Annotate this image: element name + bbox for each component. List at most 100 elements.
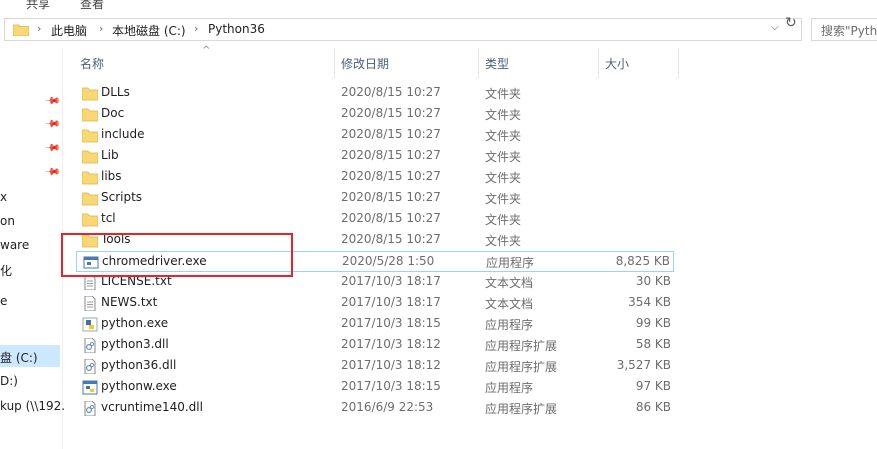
- file-name: pythonw.exe: [101, 379, 177, 393]
- file-date: 2020/5/28 1:50: [342, 254, 435, 268]
- file-row[interactable]: NEWS.txt 2017/10/3 18:17 文本文档 354 KB: [76, 293, 674, 314]
- nav-item-local-disk[interactable]: 盘 (C:): [0, 349, 38, 366]
- file-name: DLLs: [101, 85, 130, 99]
- file-name: Doc: [101, 106, 125, 120]
- file-row[interactable]: python3.dll 2017/10/3 18:12 应用程序扩展 58 KB: [76, 335, 674, 356]
- file-row[interactable]: Lib 2020/8/15 10:27 文件夹: [76, 146, 674, 167]
- column-divider[interactable]: [334, 48, 335, 78]
- file-type: 文件夹: [485, 234, 522, 248]
- nav-item[interactable]: 化: [0, 262, 12, 279]
- file-row[interactable]: include 2020/8/15 10:27 文件夹: [76, 125, 674, 146]
- pin-icon[interactable]: 📌: [44, 164, 61, 181]
- chevron-right-icon[interactable]: ›: [194, 22, 198, 35]
- file-name: python36.dll: [101, 358, 177, 372]
- file-date: 2016/6/9 22:53: [341, 400, 434, 414]
- file-row[interactable]: Doc 2020/8/15 10:27 文件夹: [76, 104, 674, 125]
- dll-file-icon: [82, 400, 98, 417]
- file-date: 2020/8/15 10:27: [341, 232, 441, 246]
- chevron-right-icon[interactable]: ›: [37, 22, 41, 35]
- file-row[interactable]: tcl 2020/8/15 10:27 文件夹: [76, 209, 674, 230]
- column-divider[interactable]: [478, 48, 479, 78]
- file-date: 2020/8/15 10:27: [341, 85, 441, 99]
- folder-icon: [81, 191, 99, 206]
- nav-item[interactable]: x: [0, 190, 7, 204]
- file-date: 2017/10/3 18:12: [341, 337, 441, 351]
- file-type: 文件夹: [485, 87, 522, 101]
- breadcrumb-python36[interactable]: Python36: [208, 22, 265, 36]
- file-size: 58 KB: [635, 337, 671, 351]
- file-row[interactable]: python.exe 2017/10/3 18:15 应用程序 99 KB: [76, 314, 674, 335]
- pythonw-icon: [82, 380, 98, 395]
- file-name: libs: [101, 169, 122, 183]
- file-size: 97 KB: [635, 379, 671, 393]
- file-date: 2017/10/3 18:15: [341, 379, 441, 393]
- column-name[interactable]: 名称: [80, 55, 104, 72]
- file-date: 2017/10/3 18:12: [341, 358, 441, 372]
- file-name: include: [101, 127, 145, 141]
- file-name: NEWS.txt: [101, 295, 158, 309]
- file-date: 2017/10/3 18:17: [341, 295, 441, 309]
- file-type: 文件夹: [485, 150, 522, 164]
- sort-up-icon: ^: [202, 45, 211, 56]
- tab-view[interactable]: 查看: [80, 0, 104, 12]
- file-row[interactable]: DLLs 2020/8/15 10:27 文件夹: [76, 83, 674, 104]
- file-row[interactable]: pythonw.exe 2017/10/3 18:15 应用程序 97 KB: [76, 377, 674, 398]
- file-type: 文本文档: [485, 276, 534, 290]
- file-size: 86 KB: [635, 400, 671, 414]
- file-date: 2020/8/15 10:27: [341, 211, 441, 225]
- file-type: 文件夹: [485, 108, 522, 122]
- chevron-down-icon[interactable]: ⌵: [771, 22, 779, 33]
- column-divider[interactable]: [598, 48, 599, 78]
- file-name: Scripts: [101, 190, 143, 204]
- nav-item-drive-d[interactable]: D:): [0, 374, 18, 388]
- file-size: 30 KB: [635, 274, 671, 288]
- file-row[interactable]: python36.dll 2017/10/3 18:12 应用程序扩展 3,527 K…: [76, 356, 674, 377]
- column-date[interactable]: 修改日期: [341, 55, 389, 72]
- column-size[interactable]: 大小: [605, 55, 629, 72]
- folder-icon: [81, 170, 99, 185]
- nav-item[interactable]: e: [0, 294, 7, 308]
- file-row[interactable]: Scripts 2020/8/15 10:27 文件夹: [76, 188, 674, 209]
- breadcrumb-local-disk[interactable]: 本地磁盘 (C:): [112, 22, 186, 39]
- file-date: 2020/8/15 10:27: [341, 169, 441, 183]
- search-input[interactable]: 搜索"Pytho: [811, 18, 877, 41]
- breadcrumb-this-pc[interactable]: 此电脑: [51, 22, 87, 39]
- pin-icon[interactable]: 📌: [44, 140, 61, 157]
- nav-item[interactable]: ware: [0, 238, 29, 252]
- column-header: ^ 名称 修改日期 类型 大小: [62, 45, 877, 78]
- file-date: 2020/8/15 10:27: [341, 148, 441, 162]
- nav-item[interactable]: on: [0, 214, 15, 228]
- file-size: 354 KB: [628, 295, 671, 309]
- file-size: 3,527 KB: [616, 358, 671, 372]
- address-bar[interactable]: › 此电脑 › 本地磁盘 (C:) › Python36 ⌵: [4, 18, 802, 41]
- file-row[interactable]: libs 2020/8/15 10:27 文件夹: [76, 167, 674, 188]
- column-type[interactable]: 类型: [485, 55, 509, 72]
- search-placeholder: 搜索"Pytho: [821, 24, 877, 38]
- nav-item-network-drive[interactable]: kup (\\192.: [0, 399, 65, 413]
- file-name: Lib: [101, 148, 119, 162]
- file-type: 应用程序: [486, 256, 535, 270]
- file-date: 2020/8/15 10:27: [341, 127, 441, 141]
- file-name: tcl: [101, 211, 116, 225]
- file-date: 2017/10/3 18:15: [341, 316, 441, 330]
- file-row[interactable]: vcruntime140.dll 2016/6/9 22:53 应用程序扩展 86 K…: [76, 398, 674, 419]
- chevron-right-icon[interactable]: ›: [99, 22, 103, 35]
- file-type: 应用程序扩展: [485, 339, 558, 353]
- address-bar-row: › 此电脑 › 本地磁盘 (C:) › Python36 ⌵ ↻ 搜索"Pyth…: [0, 14, 877, 48]
- dll-file-icon: [82, 337, 98, 354]
- python-icon: [82, 317, 98, 332]
- file-date: 2017/10/3 18:17: [341, 274, 441, 288]
- text-file-icon: [82, 274, 98, 291]
- file-name: python.exe: [101, 316, 169, 330]
- pin-icon[interactable]: 📌: [44, 116, 61, 133]
- file-size: 99 KB: [635, 316, 671, 330]
- file-date: 2020/8/15 10:27: [341, 106, 441, 120]
- tab-share[interactable]: 共享: [26, 0, 50, 12]
- file-type: 文件夹: [485, 192, 522, 206]
- folder-icon: [81, 107, 99, 122]
- pin-icon[interactable]: 📌: [44, 93, 61, 110]
- file-date: 2020/8/15 10:27: [341, 190, 441, 204]
- file-size: 8,825 KB: [615, 254, 670, 268]
- column-divider[interactable]: [678, 48, 679, 78]
- refresh-icon[interactable]: ↻: [785, 15, 797, 31]
